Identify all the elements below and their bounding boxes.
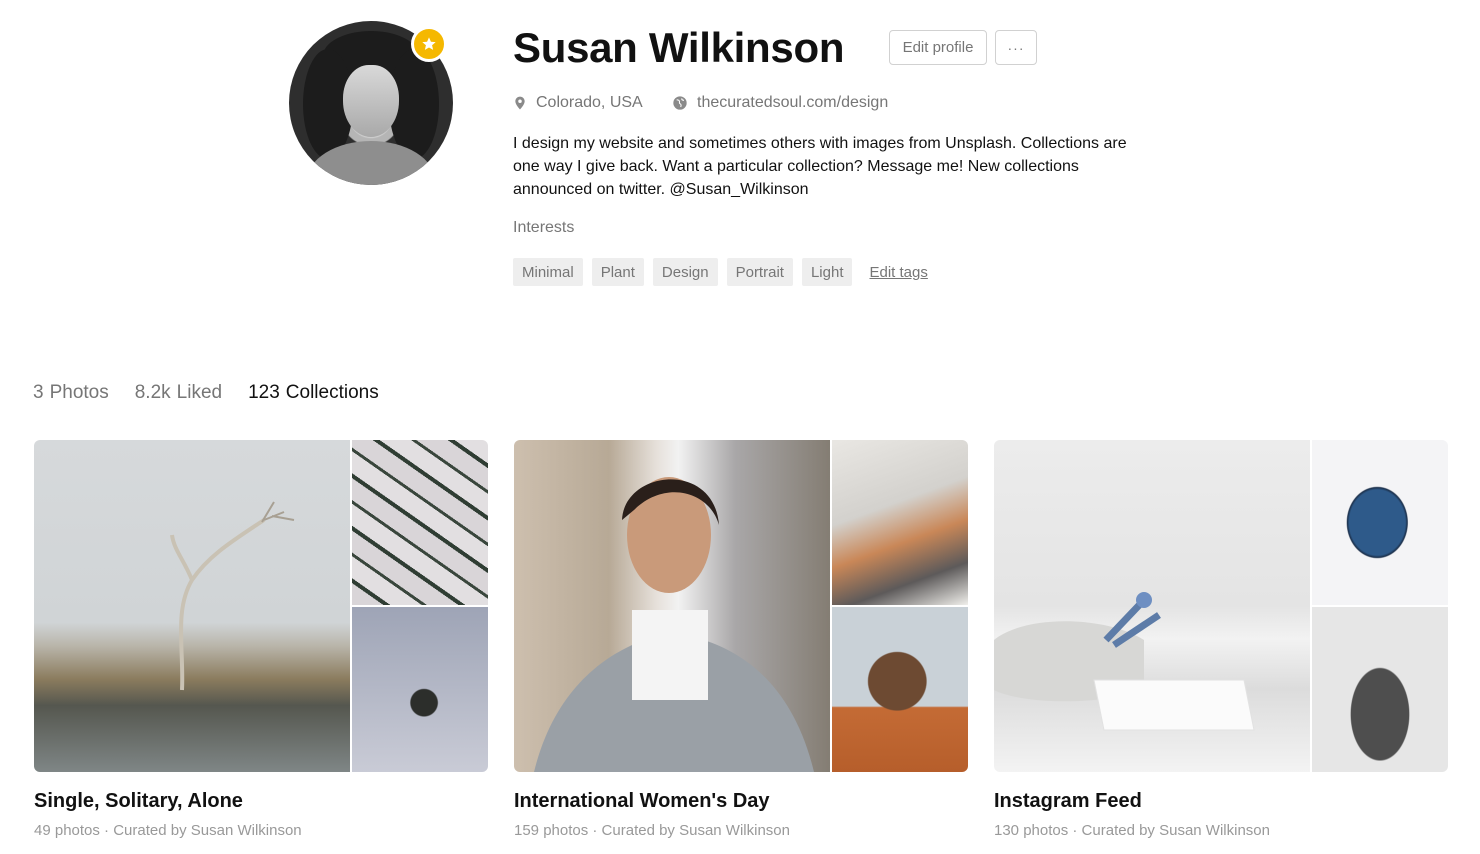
collection-photo-grid[interactable] bbox=[34, 440, 488, 772]
collection-photo[interactable] bbox=[1312, 607, 1448, 772]
collection-cover-photo[interactable] bbox=[34, 440, 350, 772]
collection-subtitle: 49 photos · Curated by Susan Wilkinson bbox=[34, 822, 302, 839]
location-text: Colorado, USA bbox=[536, 94, 643, 111]
profile-tabs: 3 Photos 8.2k Liked 123 Collections bbox=[33, 382, 405, 404]
collection-title[interactable]: Instagram Feed bbox=[994, 790, 1448, 813]
website-link[interactable]: thecuratedsoul.com/design bbox=[672, 92, 888, 114]
collection-title[interactable]: Single, Solitary, Alone bbox=[34, 790, 488, 813]
interests-label: Interests bbox=[513, 219, 575, 236]
collection-card[interactable]: Single, Solitary, Alone 49 photos · Cura… bbox=[34, 440, 488, 839]
collection-cover-photo[interactable] bbox=[514, 440, 830, 772]
edit-profile-button[interactable]: Edit profile bbox=[889, 30, 987, 65]
website-text[interactable]: thecuratedsoul.com/design bbox=[697, 94, 888, 112]
collection-photo[interactable] bbox=[1312, 440, 1448, 605]
tag-light[interactable]: Light bbox=[801, 258, 853, 286]
collection-title[interactable]: International Women's Day bbox=[514, 790, 968, 813]
tab-photos[interactable]: 3 Photos bbox=[33, 382, 109, 404]
tab-liked[interactable]: 8.2k Liked bbox=[135, 382, 222, 404]
profile-bio: I design my website and sometimes others… bbox=[513, 135, 1127, 198]
profile-name: Susan Wilkinson bbox=[513, 24, 845, 71]
collection-photo[interactable] bbox=[832, 440, 968, 605]
tab-collections[interactable]: 123 Collections bbox=[248, 382, 379, 404]
collection-card[interactable]: Instagram Feed 130 photos · Curated by S… bbox=[994, 440, 1448, 839]
tag-portrait[interactable]: Portrait bbox=[726, 258, 793, 286]
interest-tags: Minimal Plant Design Portrait Light Edit… bbox=[513, 258, 928, 286]
tag-design[interactable]: Design bbox=[652, 258, 718, 286]
edit-tags-link[interactable]: Edit tags bbox=[869, 264, 927, 281]
tag-plant[interactable]: Plant bbox=[591, 258, 644, 286]
location: Colorado, USA bbox=[513, 92, 643, 114]
collection-cover-photo[interactable] bbox=[994, 440, 1310, 772]
collection-subtitle: 159 photos · Curated by Susan Wilkinson bbox=[514, 822, 790, 839]
globe-icon bbox=[673, 96, 687, 110]
more-options-button[interactable]: ··· bbox=[995, 30, 1037, 65]
collection-photo-grid[interactable] bbox=[994, 440, 1448, 772]
collection-card[interactable]: International Women's Day 159 photos · C… bbox=[514, 440, 968, 839]
featured-star-icon bbox=[411, 26, 447, 62]
collection-photo[interactable] bbox=[352, 607, 488, 772]
collection-subtitle: 130 photos · Curated by Susan Wilkinson bbox=[994, 822, 1270, 839]
tag-minimal[interactable]: Minimal bbox=[513, 258, 583, 286]
collection-photo[interactable] bbox=[832, 607, 968, 772]
avatar-container bbox=[289, 21, 453, 185]
collection-photo-grid[interactable] bbox=[514, 440, 968, 772]
collection-photo[interactable] bbox=[352, 440, 488, 605]
location-pin-icon bbox=[515, 96, 525, 110]
